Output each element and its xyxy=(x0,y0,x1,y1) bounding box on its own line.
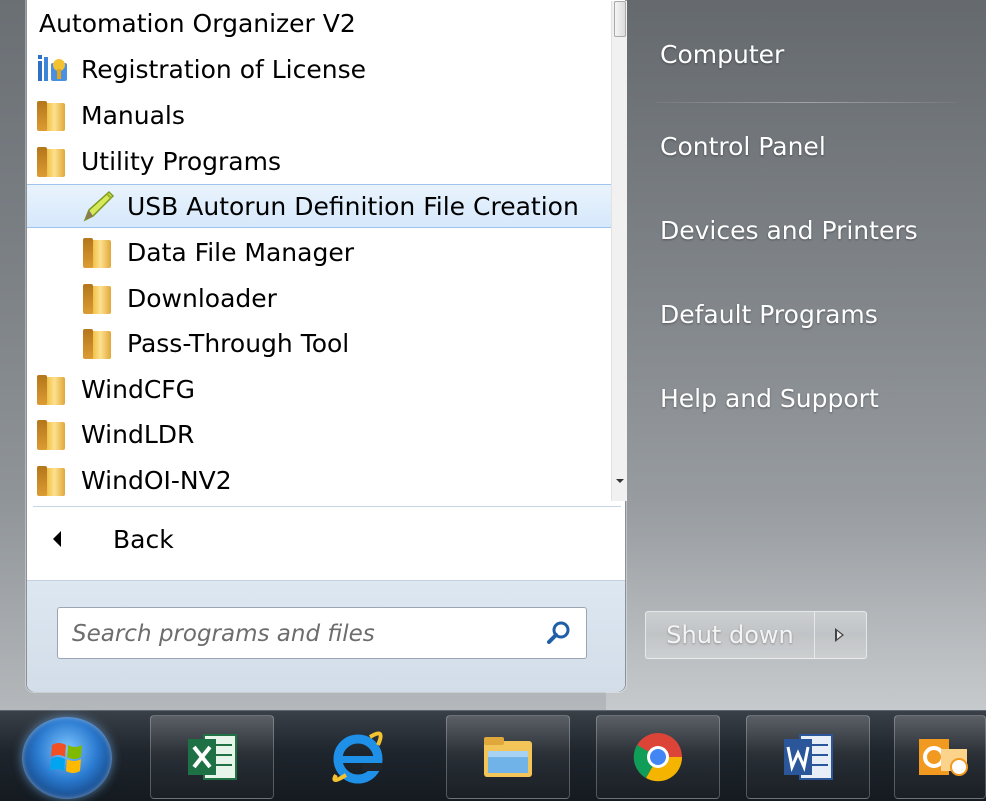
taskbar xyxy=(0,710,986,801)
list-item-pass-through-tool[interactable]: Pass-Through Tool xyxy=(27,321,611,365)
windows-logo-icon xyxy=(50,743,82,773)
folder-icon xyxy=(35,97,71,133)
programs-scrollbar[interactable] xyxy=(611,1,627,501)
list-item-label: Downloader xyxy=(127,283,277,313)
taskbar-file-explorer[interactable] xyxy=(446,715,570,799)
back-label: Back xyxy=(113,524,174,554)
taskbar-outlook[interactable] xyxy=(894,715,986,799)
list-item-label: USB Autorun Definition File Creation xyxy=(127,191,579,221)
list-item-label: Pass-Through Tool xyxy=(127,328,350,358)
back-button[interactable]: Back xyxy=(41,517,611,561)
list-item-downloader[interactable]: Downloader xyxy=(27,276,611,320)
all-programs-list[interactable]: Automation Organizer V2 Registration of … xyxy=(27,1,611,501)
search-input[interactable] xyxy=(72,618,522,650)
menu-item-computer[interactable]: Computer xyxy=(660,40,784,69)
list-item-label: WindOI-NV2 xyxy=(81,465,232,495)
list-item-label: WindLDR xyxy=(81,419,195,449)
shut-down-options-arrow-icon[interactable] xyxy=(815,611,867,659)
menu-item-default-programs[interactable]: Default Programs xyxy=(660,300,878,329)
list-item-label: Registration of License xyxy=(81,54,366,84)
divider xyxy=(33,506,621,507)
internet-explorer-icon xyxy=(332,731,383,784)
license-icon xyxy=(35,51,71,87)
start-menu-left-pane: Automation Organizer V2 Registration of … xyxy=(26,0,627,692)
search-area xyxy=(27,580,625,692)
shut-down-button[interactable]: Shut down xyxy=(645,611,815,659)
list-item-usb-autorun[interactable]: USB Autorun Definition File Creation xyxy=(27,184,611,228)
divider xyxy=(656,102,956,103)
outlook-icon xyxy=(919,739,968,776)
excel-icon xyxy=(188,734,237,780)
list-item-manuals[interactable]: Manuals xyxy=(27,93,611,137)
taskbar-chrome[interactable] xyxy=(596,715,720,799)
folder-icon xyxy=(81,325,117,361)
list-item-automation-organizer[interactable]: Automation Organizer V2 xyxy=(27,1,611,45)
scroll-down-arrow-icon[interactable] xyxy=(614,471,626,491)
menu-item-help-and-support[interactable]: Help and Support xyxy=(660,384,879,413)
list-item-registration-of-license[interactable]: Registration of License xyxy=(27,47,611,91)
list-item-data-file-manager[interactable]: Data File Manager xyxy=(27,230,611,274)
search-icon[interactable] xyxy=(546,620,572,646)
list-item-windcfg[interactable]: WindCFG xyxy=(27,367,611,411)
menu-item-control-panel[interactable]: Control Panel xyxy=(660,132,826,161)
list-item-label: Utility Programs xyxy=(81,146,281,176)
list-item-label: Manuals xyxy=(81,100,185,130)
back-arrow-icon xyxy=(53,531,61,547)
list-item-windldr[interactable]: WindLDR xyxy=(27,412,611,456)
search-box[interactable] xyxy=(57,607,587,659)
list-item-windoi-nv2[interactable]: WindOI-NV2 xyxy=(27,458,611,501)
taskbar-excel[interactable] xyxy=(150,715,274,799)
taskbar-internet-explorer[interactable] xyxy=(296,715,420,799)
folder-icon xyxy=(81,280,117,316)
file-explorer-icon xyxy=(484,737,532,777)
pencil-icon xyxy=(81,188,117,224)
menu-item-devices-and-printers[interactable]: Devices and Printers xyxy=(660,216,918,245)
list-item-label: WindCFG xyxy=(81,374,196,404)
folder-icon xyxy=(35,143,71,179)
chrome-icon xyxy=(633,733,683,782)
folder-icon xyxy=(35,416,71,452)
start-button[interactable] xyxy=(22,717,112,799)
list-item-label: Data File Manager xyxy=(127,237,355,267)
folder-icon xyxy=(35,462,71,498)
word-icon xyxy=(784,734,833,780)
list-item-utility-programs[interactable]: Utility Programs xyxy=(27,139,611,183)
scrollbar-thumb[interactable] xyxy=(614,1,626,37)
list-item-label: Automation Organizer V2 xyxy=(39,8,356,38)
folder-icon xyxy=(81,234,117,270)
taskbar-word[interactable] xyxy=(746,715,870,799)
folder-icon xyxy=(35,371,71,407)
